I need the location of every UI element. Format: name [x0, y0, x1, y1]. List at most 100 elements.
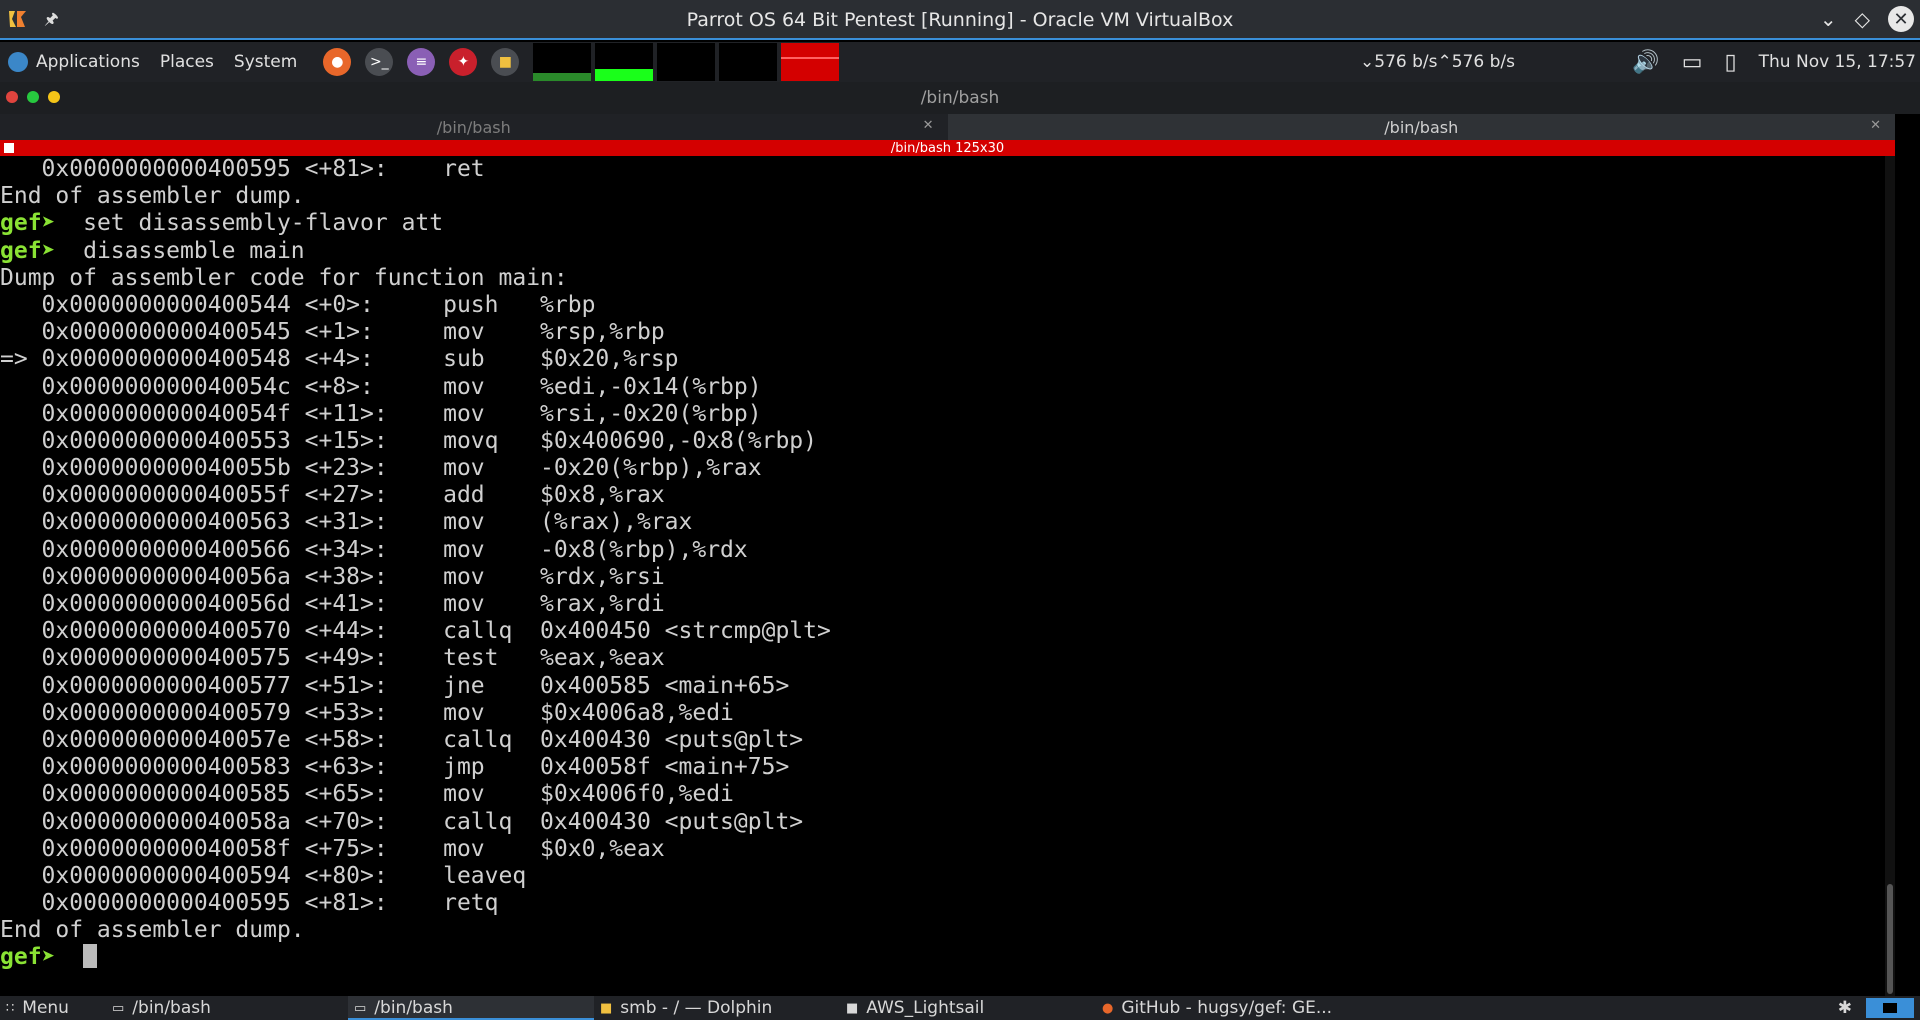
- volume-icon[interactable]: 🔊: [1632, 50, 1659, 75]
- tab-close-icon[interactable]: ✕: [1870, 118, 1881, 133]
- terminal-line-text: set disassembly-flavor att: [69, 210, 444, 237]
- terminal-line: => 0x0000000000400548 <+4>: sub $0x20,%r…: [0, 346, 1885, 373]
- terminal-line: End of assembler dump.: [0, 183, 1885, 210]
- terminal-line-text: End of assembler dump.: [0, 183, 305, 210]
- terminal-line: 0x000000000040054f <+11>: mov %rsi,-0x20…: [0, 401, 1885, 428]
- host-divider: [0, 38, 1920, 40]
- host-window-title: Parrot OS 64 Bit Pentest [Running] - Ora…: [686, 9, 1234, 31]
- terminal-line: 0x000000000040057e <+58>: callq 0x400430…: [0, 727, 1885, 754]
- firefox-icon: ●: [1102, 1000, 1114, 1016]
- terminal-line: 0x0000000000400585 <+65>: mov $0x4006f0,…: [0, 781, 1885, 808]
- menu-applications[interactable]: Applications: [36, 52, 140, 72]
- terminal-line: 0x0000000000400575 <+49>: test %eax,%eax: [0, 645, 1885, 672]
- close-dot-icon[interactable]: [6, 91, 18, 103]
- task-aws-lightsail[interactable]: ■ AWS_Lightsail: [840, 996, 1096, 1020]
- terminal-line: 0x000000000040058a <+70>: callq 0x400430…: [0, 809, 1885, 836]
- swap-graph: [719, 43, 778, 81]
- terminal-icon: ▭: [112, 1000, 125, 1016]
- minimize-dot-icon[interactable]: [48, 91, 60, 103]
- clipboard-icon[interactable]: ▯: [1725, 50, 1737, 75]
- terminal-line-text: 0x0000000000400544 <+0>: push %rbp: [0, 291, 596, 318]
- terminal-line-text: 0x0000000000400575 <+49>: test %eax,%eax: [0, 645, 665, 672]
- network-graph: [657, 43, 716, 81]
- terminal-menu-icon[interactable]: [4, 143, 14, 153]
- terminal-scrollbar[interactable]: [1885, 156, 1895, 996]
- network-speed: ⌄ 576 b/s ⌃ 576 b/s: [1360, 42, 1515, 82]
- asterisk-icon[interactable]: ✱: [1838, 998, 1852, 1018]
- folder-icon[interactable]: ■: [491, 48, 520, 76]
- terminal-line: gef➤: [0, 944, 1885, 971]
- terminal-line: 0x0000000000400577 <+51>: jne 0x400585 <…: [0, 673, 1885, 700]
- parrot-tool-icon[interactable]: ✦: [449, 48, 478, 76]
- terminal-icon: ▭: [354, 1000, 367, 1016]
- memory-graph: [595, 43, 654, 81]
- scrollbar-thumb[interactable]: [1887, 884, 1893, 994]
- terminal-tabs: /bin/bash ✕ /bin/bash ✕: [0, 114, 1895, 140]
- terminal-line-text: 0x0000000000400545 <+1>: mov %rsp,%rbp: [0, 319, 665, 346]
- task-dolphin[interactable]: ■ smb - / — Dolphin: [594, 996, 840, 1020]
- terminal-titlebar: /bin/bash: [0, 82, 1920, 114]
- tab-bash-1[interactable]: /bin/bash ✕: [0, 114, 948, 140]
- terminal-line-text: 0x000000000040057e <+58>: callq 0x400430…: [0, 726, 804, 753]
- terminal-line-text: 0x000000000040056a <+38>: mov %rdx,%rsi: [0, 563, 665, 590]
- maximize-dot-icon[interactable]: [27, 91, 39, 103]
- menu-places[interactable]: Places: [160, 52, 214, 72]
- pin-icon[interactable]: 🖈: [44, 8, 59, 35]
- task-github-gef[interactable]: ● GitHub - hugsy/gef: GE...: [1096, 996, 1362, 1020]
- terminal-line-text: End of assembler dump.: [0, 917, 305, 944]
- terminal-line: 0x0000000000400595 <+81>: ret: [0, 156, 1885, 183]
- terminal-line: 0x0000000000400594 <+80>: leaveq: [0, 863, 1885, 890]
- terminal-line: 0x000000000040054c <+8>: mov %edi,-0x14(…: [0, 374, 1885, 401]
- terminal-line-text: 0x0000000000400579 <+53>: mov $0x4006a8,…: [0, 699, 734, 726]
- terminal-line: 0x0000000000400553 <+15>: movq $0x400690…: [0, 428, 1885, 455]
- display-icon[interactable]: ▭: [1682, 50, 1703, 75]
- desktop-icon: [1883, 1003, 1897, 1013]
- terminal-status-bar: /bin/bash 125x30: [0, 140, 1895, 156]
- download-arrow-icon: ⌄: [1360, 52, 1375, 72]
- terminal-line-text: 0x0000000000400563 <+31>: mov (%rax),%ra…: [0, 509, 693, 536]
- terminal-line: 0x0000000000400566 <+34>: mov -0x8(%rbp)…: [0, 537, 1885, 564]
- task-label: /bin/bash: [374, 998, 453, 1018]
- terminal-icon[interactable]: >_: [365, 48, 394, 76]
- terminal-line-text: 0x0000000000400595 <+81>: retq: [0, 890, 499, 917]
- clock[interactable]: Thu Nov 15, 17:57: [1759, 52, 1916, 72]
- task-bash-1[interactable]: ▭ /bin/bash: [106, 996, 348, 1020]
- terminal-line: Dump of assembler code for function main…: [0, 265, 1885, 292]
- restore-diamond-icon[interactable]: ◇: [1855, 7, 1870, 31]
- text-editor-icon[interactable]: ≡: [407, 48, 436, 76]
- taskbar-menu-button[interactable]: ∷ Menu: [0, 996, 106, 1020]
- terminal-size: /bin/bash 125x30: [890, 140, 1005, 156]
- terminal-line-text: 0x000000000040058a <+70>: callq 0x400430…: [0, 808, 804, 835]
- tab-close-icon[interactable]: ✕: [923, 118, 934, 133]
- text-cursor: [83, 944, 98, 969]
- task-label: GitHub - hugsy/gef: GE...: [1121, 998, 1333, 1018]
- show-desktop-button[interactable]: [1866, 998, 1914, 1018]
- terminal-line: 0x0000000000400595 <+81>: retq: [0, 890, 1885, 917]
- terminal-line-text: 0x0000000000400577 <+51>: jne 0x400585 <…: [0, 672, 790, 699]
- terminal-line-text: => 0x0000000000400548 <+4>: sub $0x20,%r…: [0, 346, 679, 373]
- menu-system[interactable]: System: [234, 52, 297, 72]
- terminal-line-text: 0x000000000040058f <+75>: mov $0x0,%eax: [0, 835, 665, 862]
- terminal-line-text: 0x000000000040056d <+41>: mov %rax,%rdi: [0, 591, 665, 617]
- minimize-chevron-icon[interactable]: ⌄: [1820, 7, 1837, 31]
- firefox-icon[interactable]: ●: [323, 48, 352, 76]
- close-icon[interactable]: ✕: [1888, 6, 1914, 32]
- terminal-line: 0x000000000040055b <+23>: mov -0x20(%rbp…: [0, 455, 1885, 482]
- tab-label: /bin/bash: [1384, 117, 1459, 137]
- task-bash-2[interactable]: ▭ /bin/bash: [348, 996, 594, 1020]
- system-monitor[interactable]: [533, 43, 840, 81]
- terminal-line-text: 0x0000000000400583 <+63>: jmp 0x40058f <…: [0, 754, 790, 781]
- terminal-line-text: 0x0000000000400566 <+34>: mov -0x8(%rbp)…: [0, 536, 748, 563]
- terminal-line-text: [69, 944, 83, 970]
- terminal-line: 0x0000000000400579 <+53>: mov $0x4006a8,…: [0, 700, 1885, 727]
- dolphin-icon: ■: [600, 1000, 613, 1016]
- task-label: /bin/bash: [132, 998, 211, 1018]
- terminal-output[interactable]: 0x0000000000400595 <+81>: ret End of asse…: [0, 156, 1885, 996]
- terminal-line-text: Dump of assembler code for function main…: [0, 264, 568, 291]
- terminal-line: 0x000000000040056d <+41>: mov %rax,%rdi: [0, 591, 1885, 618]
- parrot-apps-icon: [8, 52, 28, 72]
- terminal-line-text: 0x0000000000400595 <+81>: ret: [0, 156, 485, 182]
- tab-bash-2[interactable]: /bin/bash ✕: [947, 114, 1895, 140]
- terminal-line: 0x0000000000400545 <+1>: mov %rsp,%rbp: [0, 319, 1885, 346]
- terminal-line-text: 0x0000000000400553 <+15>: movq $0x400690…: [0, 427, 817, 454]
